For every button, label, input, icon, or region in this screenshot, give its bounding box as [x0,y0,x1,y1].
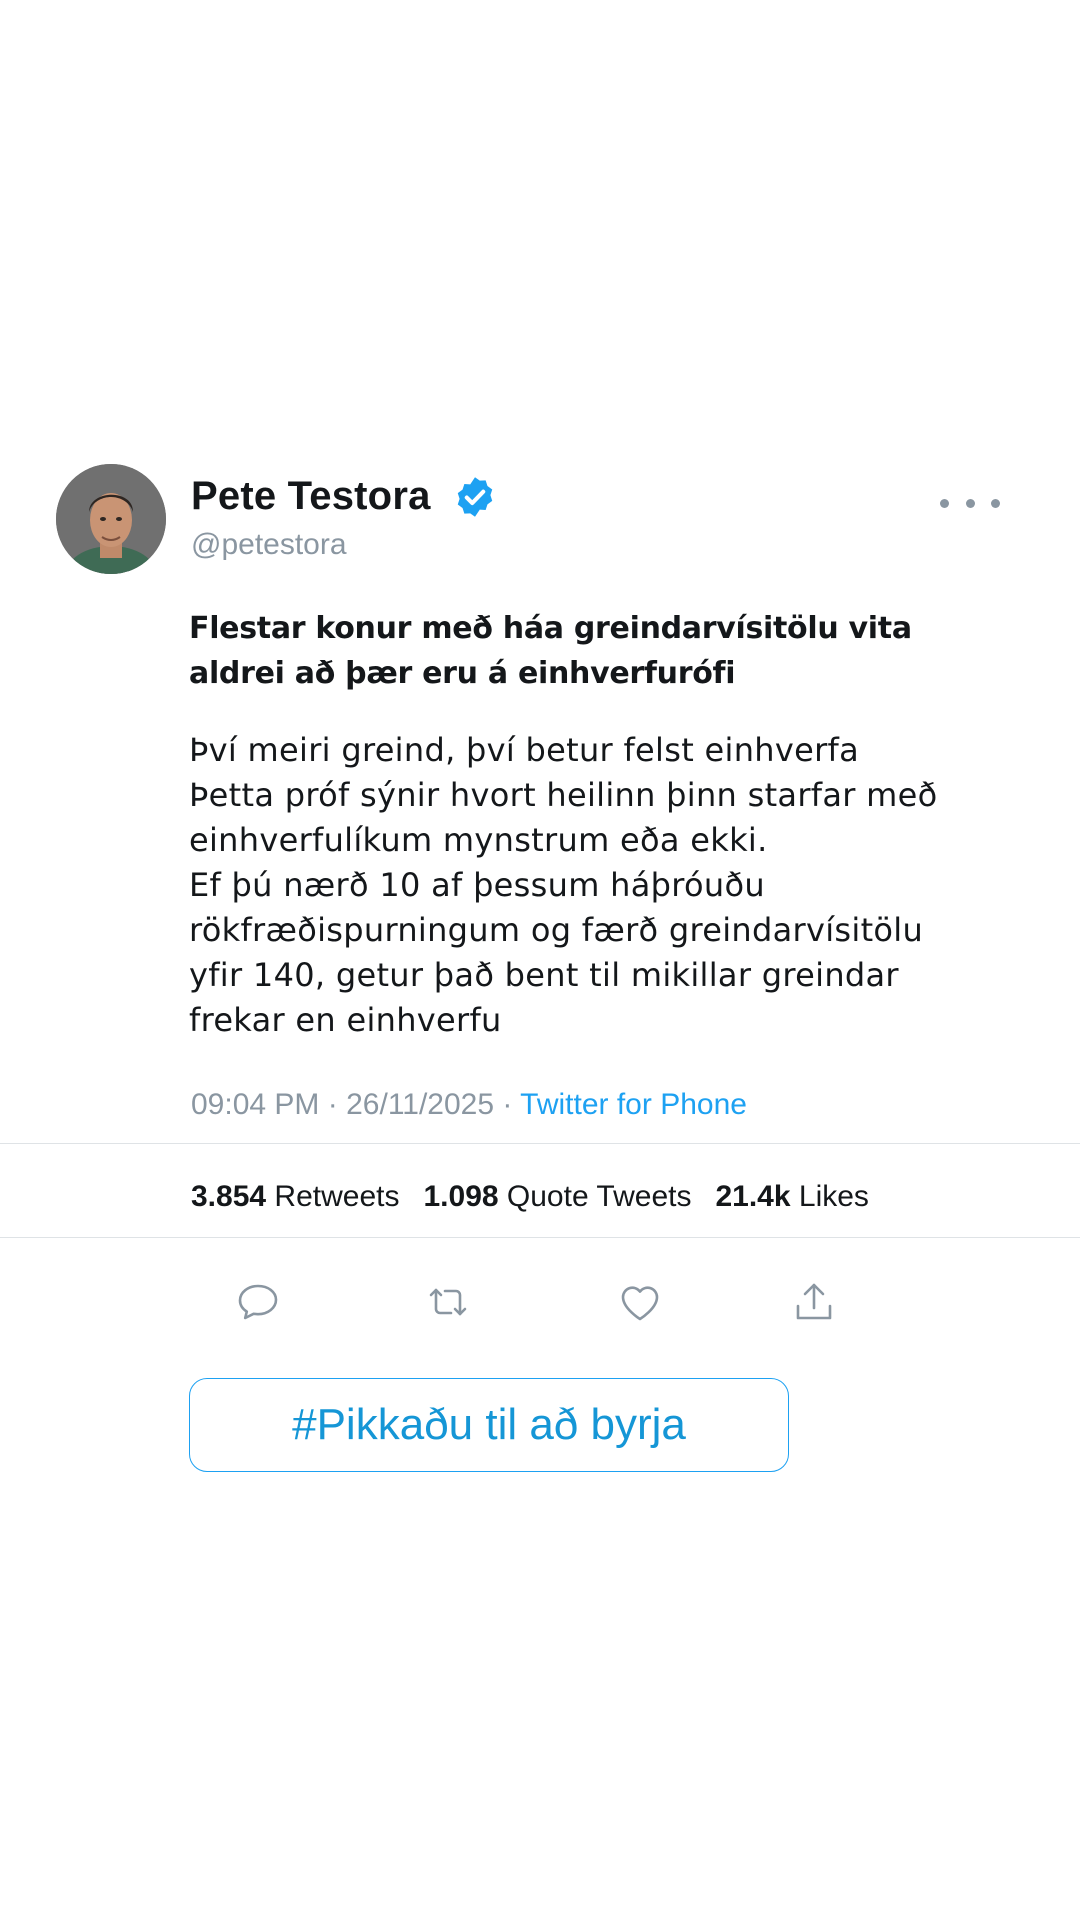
quotes-label: Quote Tweets [506,1180,692,1213]
user-handle[interactable]: @petestora [191,528,347,562]
avatar[interactable] [56,464,166,574]
retweets-stat[interactable]: 3.854 Retweets [191,1180,399,1214]
likes-stat[interactable]: 21.4k Likes [715,1180,868,1214]
like-icon[interactable] [616,1278,664,1326]
likes-label: Likes [798,1180,869,1213]
quotes-stat[interactable]: 1.098 Quote Tweets [423,1180,691,1214]
tweet-headline: Flestar konur með háa greindarvísitölu v… [189,611,912,691]
quotes-count: 1.098 [423,1180,499,1213]
more-dot [991,498,1000,508]
divider [0,1143,1080,1144]
display-name[interactable]: Pete Testora [191,474,431,519]
more-options-icon[interactable] [940,496,1000,510]
tweet-date: 26/11/2025 [346,1088,495,1121]
verified-badge-icon [457,476,492,517]
reply-icon[interactable] [234,1278,282,1326]
tweet-time: 09:04 PM [191,1088,320,1121]
meta-separator: · [502,1088,513,1121]
retweets-count: 3.854 [191,1180,267,1213]
author-name-row: Pete Testora [191,474,497,519]
divider [0,1237,1080,1238]
retweet-icon[interactable] [424,1278,472,1326]
share-icon[interactable] [790,1278,838,1326]
tweet-detail: Pete Testora @petestora Flestar konur me… [0,0,1080,1920]
avatar-image [56,464,166,574]
tweet-stats: 3.854 Retweets 1.098 Quote Tweets 21.4k … [191,1180,893,1214]
more-dot [940,498,949,508]
tweet-body: Því meiri greind, því betur felst einhve… [189,731,938,1039]
meta-separator: · [327,1088,338,1121]
retweets-label: Retweets [274,1180,400,1213]
tweet-meta: 09:04 PM · 26/11/2025 · Twitter for Phon… [191,1088,747,1122]
more-dot [965,498,975,508]
likes-count: 21.4k [715,1180,791,1213]
start-button[interactable]: #Pikkaðu til að byrja [189,1378,789,1472]
tweet-source-link[interactable]: Twitter for Phone [520,1088,747,1121]
